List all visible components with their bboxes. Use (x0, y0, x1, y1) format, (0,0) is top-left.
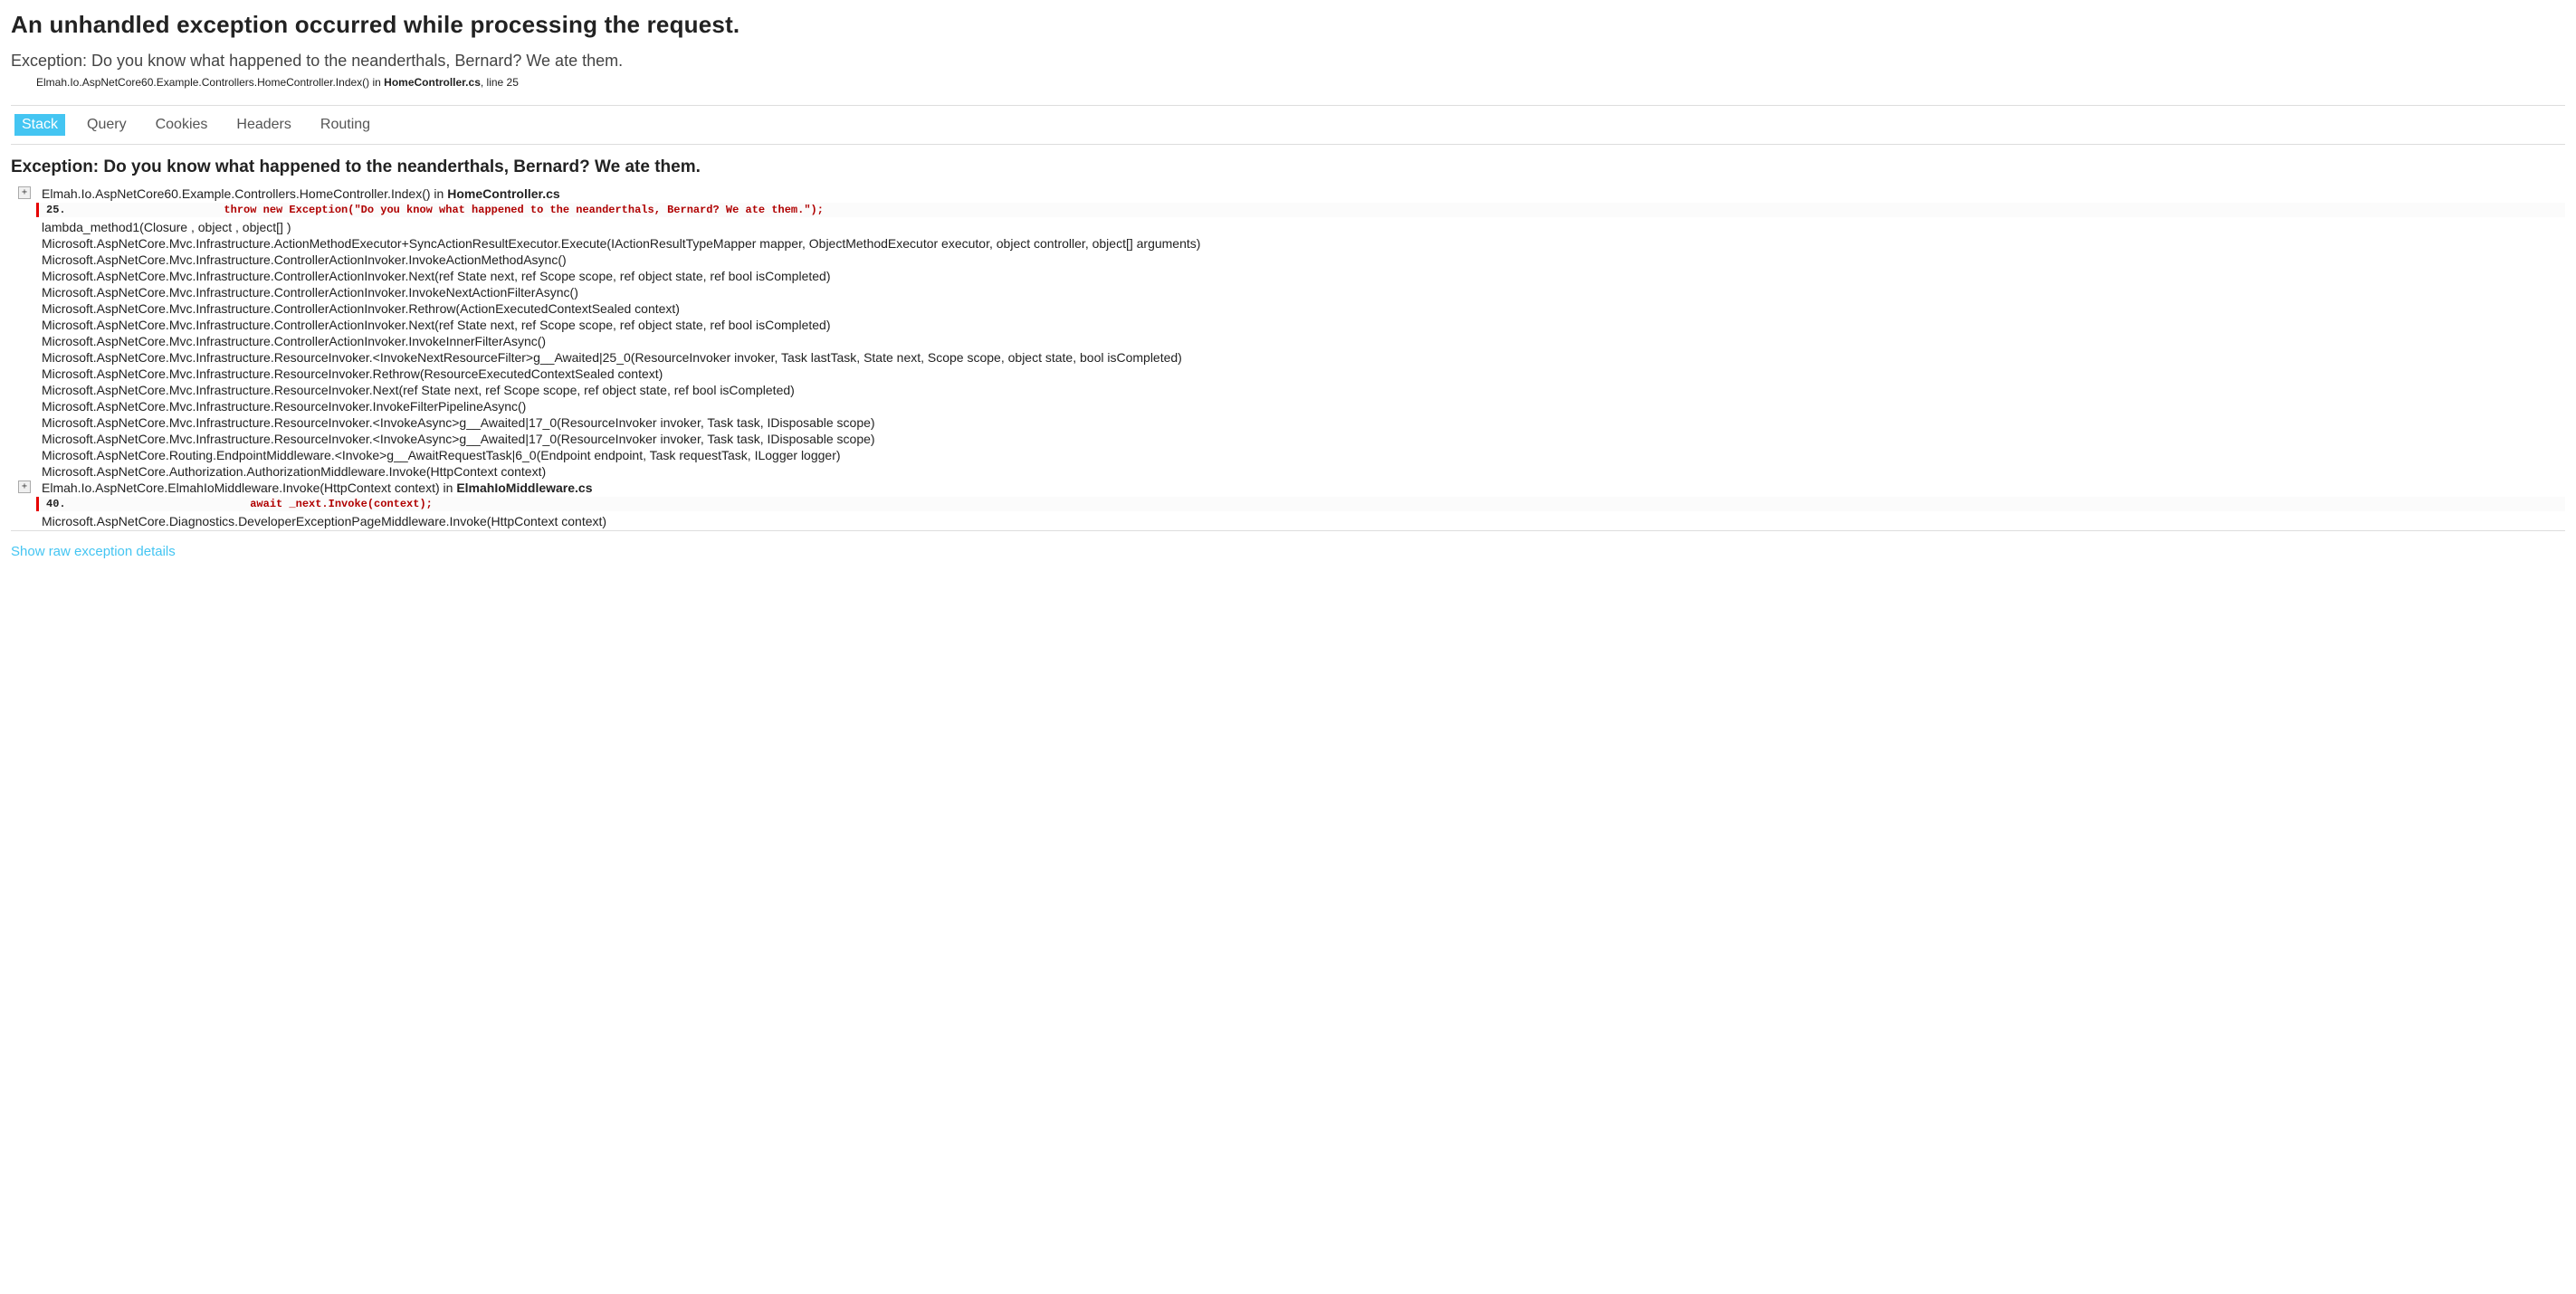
summary-frame: Elmah.Io.AspNetCore60.Example.Controller… (36, 76, 2565, 89)
frame-prefix: Microsoft.AspNetCore.Mvc.Infrastructure.… (42, 432, 875, 446)
frame-text: Microsoft.AspNetCore.Mvc.Infrastructure.… (36, 236, 1200, 251)
frame-prefix: Microsoft.AspNetCore.Mvc.Infrastructure.… (42, 350, 1182, 365)
expand-frame-button[interactable]: + (18, 480, 31, 493)
frame-text: Microsoft.AspNetCore.Mvc.Infrastructure.… (36, 415, 875, 430)
code-source: throw new Exception("Do you know what ha… (146, 204, 824, 216)
frame-prefix: Microsoft.AspNetCore.Routing.EndpointMid… (42, 448, 841, 462)
frame-prefix: Microsoft.AspNetCore.Mvc.Infrastructure.… (42, 366, 663, 381)
tab-query[interactable]: Query (80, 114, 134, 136)
code-box: 25. throw new Exception("Do you know wha… (36, 203, 2565, 217)
stack-frame: Microsoft.AspNetCore.Routing.EndpointMid… (16, 448, 2565, 462)
tab-bar: Stack Query Cookies Headers Routing (11, 106, 2565, 145)
frame-text: Microsoft.AspNetCore.Mvc.Infrastructure.… (36, 399, 526, 414)
frame-text: Microsoft.AspNetCore.Mvc.Infrastructure.… (36, 432, 875, 446)
stack-frame: Microsoft.AspNetCore.Mvc.Infrastructure.… (16, 318, 2565, 332)
stack-frame: Microsoft.AspNetCore.Diagnostics.Develop… (16, 514, 2565, 528)
frame-prefix: Elmah.Io.AspNetCore.ElmahIoMiddleware.In… (42, 480, 456, 495)
summary-frame-suffix: , line 25 (481, 76, 519, 89)
frame-text: Microsoft.AspNetCore.Mvc.Infrastructure.… (36, 350, 1182, 365)
frame-text: Microsoft.AspNetCore.Mvc.Infrastructure.… (36, 334, 546, 348)
frame-prefix: Microsoft.AspNetCore.Mvc.Infrastructure.… (42, 252, 567, 267)
frame-text: lambda_method1(Closure , object , object… (36, 220, 291, 234)
frame-text: Microsoft.AspNetCore.Diagnostics.Develop… (36, 514, 606, 528)
stack-frame: Microsoft.AspNetCore.Mvc.Infrastructure.… (16, 236, 2565, 251)
frame-text: Microsoft.AspNetCore.Mvc.Infrastructure.… (36, 383, 795, 397)
stack-frame: + Elmah.Io.AspNetCore60.Example.Controlle… (16, 186, 2565, 201)
stack-frame: Microsoft.AspNetCore.Mvc.Infrastructure.… (16, 432, 2565, 446)
frame-text: Microsoft.AspNetCore.Mvc.Infrastructure.… (36, 269, 830, 283)
stack-frame: Microsoft.AspNetCore.Mvc.Infrastructure.… (16, 415, 2565, 430)
frame-text: Microsoft.AspNetCore.Mvc.Infrastructure.… (36, 318, 830, 332)
frame-prefix: Microsoft.AspNetCore.Mvc.Infrastructure.… (42, 334, 546, 348)
summary-frame-prefix: Elmah.Io.AspNetCore60.Example.Controller… (36, 76, 384, 89)
code-box: 40. await _next.Invoke(context); (36, 497, 2565, 511)
frame-text[interactable]: Elmah.Io.AspNetCore60.Example.Controller… (36, 186, 560, 201)
frame-prefix: Microsoft.AspNetCore.Mvc.Infrastructure.… (42, 236, 1200, 251)
stack-frame: Microsoft.AspNetCore.Authorization.Autho… (16, 464, 2565, 479)
stack-frame: Microsoft.AspNetCore.Mvc.Infrastructure.… (16, 301, 2565, 316)
frame-prefix: Microsoft.AspNetCore.Mvc.Infrastructure.… (42, 285, 578, 300)
frame-text[interactable]: Elmah.Io.AspNetCore.ElmahIoMiddleware.In… (36, 480, 593, 495)
code-lineno: 40. (46, 498, 146, 510)
exception-summary: Exception: Do you know what happened to … (11, 52, 2565, 71)
error-page: An unhandled exception occurred while pr… (0, 0, 2576, 595)
frame-text: Microsoft.AspNetCore.Mvc.Infrastructure.… (36, 301, 680, 316)
show-raw-link[interactable]: Show raw exception details (11, 544, 176, 559)
exception-heading: Exception: Do you know what happened to … (11, 157, 2565, 177)
stack-frame: Microsoft.AspNetCore.Mvc.Infrastructure.… (16, 399, 2565, 414)
stack-trace: + Elmah.Io.AspNetCore60.Example.Controlle… (11, 186, 2565, 528)
frame-prefix: Microsoft.AspNetCore.Mvc.Infrastructure.… (42, 415, 875, 430)
frame-text: Microsoft.AspNetCore.Authorization.Autho… (36, 464, 546, 479)
code-line: 25. throw new Exception("Do you know wha… (16, 203, 2565, 217)
frame-file: HomeController.cs (447, 186, 559, 201)
stack-frame: Microsoft.AspNetCore.Mvc.Infrastructure.… (16, 383, 2565, 397)
frame-prefix: Microsoft.AspNetCore.Diagnostics.Develop… (42, 514, 606, 528)
frame-text: Microsoft.AspNetCore.Mvc.Infrastructure.… (36, 366, 663, 381)
expand-cell: + (16, 480, 33, 493)
frame-file: ElmahIoMiddleware.cs (456, 480, 592, 495)
stack-frame: Microsoft.AspNetCore.Mvc.Infrastructure.… (16, 269, 2565, 283)
frame-prefix: Microsoft.AspNetCore.Mvc.Infrastructure.… (42, 383, 795, 397)
stack-frame: Microsoft.AspNetCore.Mvc.Infrastructure.… (16, 334, 2565, 348)
frame-prefix: Microsoft.AspNetCore.Authorization.Autho… (42, 464, 546, 479)
divider (11, 530, 2565, 531)
stack-frame: Microsoft.AspNetCore.Mvc.Infrastructure.… (16, 285, 2565, 300)
stack-frame: + Elmah.Io.AspNetCore.ElmahIoMiddleware.I… (16, 480, 2565, 495)
tab-headers[interactable]: Headers (229, 114, 298, 136)
stack-frame: lambda_method1(Closure , object , object… (16, 220, 2565, 234)
code-source: await _next.Invoke(context); (146, 498, 433, 510)
stack-frame: Microsoft.AspNetCore.Mvc.Infrastructure.… (16, 252, 2565, 267)
frame-prefix: Microsoft.AspNetCore.Mvc.Infrastructure.… (42, 399, 526, 414)
frame-prefix: Microsoft.AspNetCore.Mvc.Infrastructure.… (42, 301, 680, 316)
frame-prefix: lambda_method1(Closure , object , object… (42, 220, 291, 234)
code-lineno: 25. (46, 204, 146, 216)
frame-text: Microsoft.AspNetCore.Routing.EndpointMid… (36, 448, 841, 462)
expand-cell: + (16, 186, 33, 199)
tab-routing[interactable]: Routing (313, 114, 377, 136)
stack-frame: Microsoft.AspNetCore.Mvc.Infrastructure.… (16, 350, 2565, 365)
code-line: 40. await _next.Invoke(context); (16, 497, 2565, 511)
frame-prefix: Microsoft.AspNetCore.Mvc.Infrastructure.… (42, 318, 830, 332)
tab-stack[interactable]: Stack (14, 114, 65, 136)
frame-prefix: Microsoft.AspNetCore.Mvc.Infrastructure.… (42, 269, 830, 283)
summary-frame-file: HomeController.cs (384, 76, 481, 89)
stack-frame: Microsoft.AspNetCore.Mvc.Infrastructure.… (16, 366, 2565, 381)
frame-text: Microsoft.AspNetCore.Mvc.Infrastructure.… (36, 285, 578, 300)
frame-text: Microsoft.AspNetCore.Mvc.Infrastructure.… (36, 252, 567, 267)
tab-cookies[interactable]: Cookies (148, 114, 215, 136)
frame-prefix: Elmah.Io.AspNetCore60.Example.Controller… (42, 186, 447, 201)
page-title: An unhandled exception occurred while pr… (11, 11, 2565, 39)
expand-frame-button[interactable]: + (18, 186, 31, 199)
